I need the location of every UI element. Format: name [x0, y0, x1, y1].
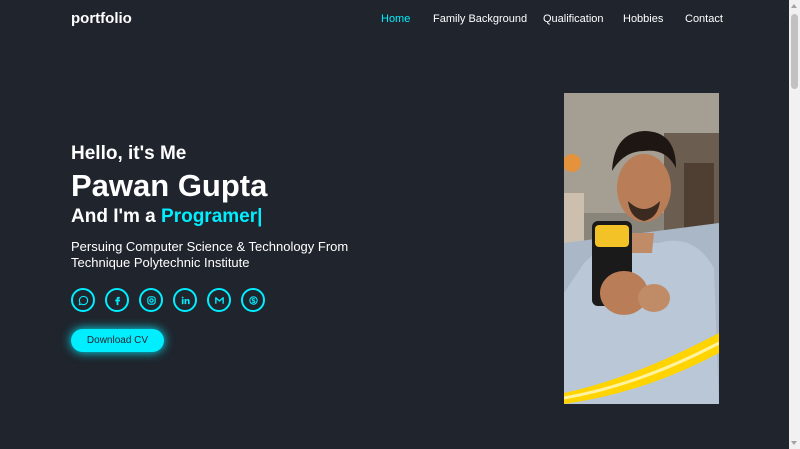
skype-icon[interactable]	[241, 288, 265, 312]
hero-name: Pawan Gupta	[71, 168, 268, 203]
nav-family-background[interactable]: Family Background	[433, 13, 527, 25]
nav-hobbies[interactable]: Hobbies	[623, 13, 663, 25]
profile-photo	[564, 93, 719, 404]
scrollbar-thumb[interactable]	[791, 14, 798, 89]
hero-description: Persuing Computer Science & Technology F…	[71, 239, 349, 270]
logo[interactable]: portfolio	[71, 10, 132, 27]
page: portfolio Home Family Background Qualifi…	[0, 0, 789, 449]
role-highlight: Programer|	[161, 206, 263, 227]
nav-qualification[interactable]: Qualification	[543, 13, 604, 25]
instagram-icon[interactable]	[139, 288, 163, 312]
scroll-down-icon[interactable]	[791, 441, 797, 445]
header: portfolio Home Family Background Qualifi…	[0, 0, 789, 40]
whatsapp-icon[interactable]	[71, 288, 95, 312]
role-prefix: And I'm a	[71, 206, 162, 227]
nav-home[interactable]: Home	[381, 13, 410, 25]
vertical-scrollbar[interactable]	[789, 0, 800, 449]
download-cv-button[interactable]: Download CV	[71, 329, 164, 352]
scroll-up-icon[interactable]	[791, 4, 797, 8]
facebook-icon[interactable]	[105, 288, 129, 312]
linkedin-icon[interactable]	[173, 288, 197, 312]
nav-contact[interactable]: Contact	[685, 13, 723, 25]
role-line: And I'm a Programer|	[71, 206, 262, 228]
greeting: Hello, it's Me	[71, 143, 187, 164]
gmail-icon[interactable]	[207, 288, 231, 312]
